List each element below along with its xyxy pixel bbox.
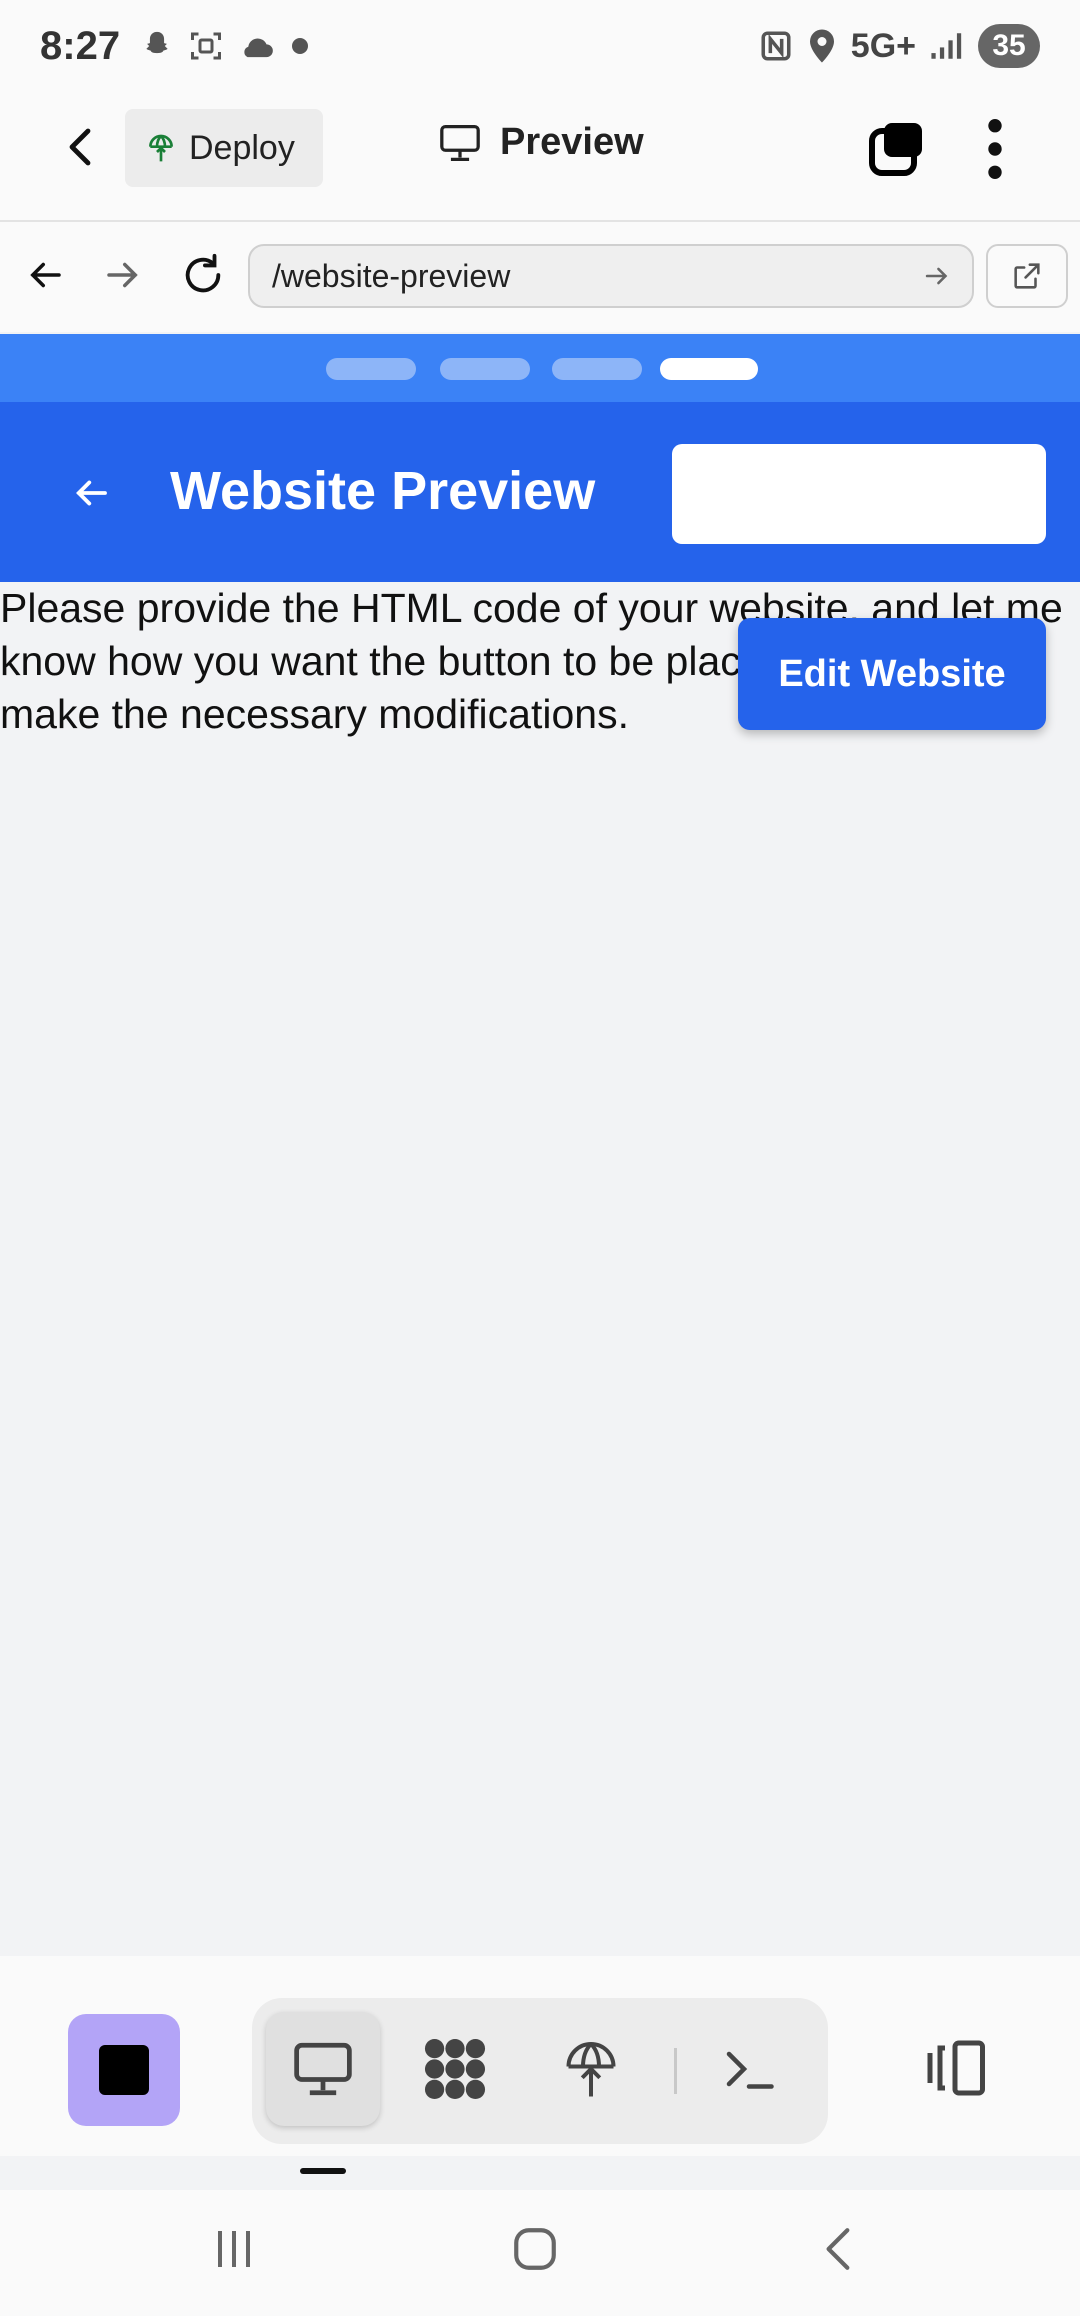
progress-step [326,358,416,380]
browser-back-button[interactable] [24,254,66,301]
cloud-icon [244,38,273,58]
site-title: Website Preview [170,461,596,521]
reload-icon [185,253,221,293]
progress-strip [0,334,1080,404]
stop-button[interactable] [68,2014,180,2126]
home-button[interactable] [510,2224,560,2279]
toolbar-divider [674,2048,677,2094]
preview-title: Preview [500,121,644,163]
chevron-left-icon [826,2228,850,2270]
tabs-button[interactable] [866,119,926,179]
browser-address-bar: /website-preview [0,222,1080,332]
dot-icon [292,38,308,54]
browser-forward-button[interactable] [102,254,144,301]
stop-icon [99,2045,149,2095]
edit-website-button[interactable]: Edit Website [738,618,1046,730]
battery-indicator: 35 [978,24,1040,68]
status-left-icons [140,26,310,66]
preview-tab[interactable]: Preview [438,121,644,164]
monitor-tool-button[interactable] [266,2012,380,2126]
status-time: 8:27 [40,24,121,68]
open-external-button[interactable] [986,244,1068,308]
deploy-tool-button[interactable] [534,2012,648,2126]
status-bar: 8:27 5G+ 35 [0,0,1080,95]
tabs-icon [869,123,922,176]
progress-step-active [660,358,758,380]
website-header: Website Preview [0,402,1080,582]
layout-toggle-button[interactable] [920,2036,990,2105]
arrow-left-icon [30,262,61,288]
deploy-label: Deploy [189,128,295,167]
tool-group [252,1998,828,2144]
screenshot-icon [191,32,221,60]
back-button[interactable] [58,123,106,171]
deploy-icon [149,134,173,162]
monitor-icon [294,2042,352,2096]
deploy-icon [566,2042,616,2097]
panel-layout-icon [927,2040,985,2096]
terminal-icon [726,2051,774,2089]
chevron-left-icon [69,128,91,166]
arrow-right-icon [107,262,138,288]
app-top-bar: Deploy Preview [0,95,1080,222]
external-link-icon [1014,263,1040,289]
more-vertical-icon [988,119,1002,179]
snapchat-icon [146,31,168,54]
url-text: /website-preview [272,257,511,294]
recent-apps-icon [218,2231,250,2267]
network-type: 5G+ [850,26,916,65]
system-nav-bar [0,2190,1080,2316]
progress-step [440,358,530,380]
home-icon [514,2228,556,2270]
arrow-left-icon [76,480,107,506]
site-back-button[interactable] [70,472,112,519]
active-tool-indicator [300,2168,346,2174]
recent-apps-button[interactable] [210,2226,258,2277]
system-back-button[interactable] [814,2224,864,2279]
header-white-box [672,444,1046,544]
more-options-button[interactable] [980,117,1010,181]
reload-button[interactable] [180,252,226,303]
terminal-tool-button[interactable] [692,2012,806,2126]
status-right-icons: 5G+ 35 [759,22,1040,70]
deploy-button[interactable]: Deploy [125,109,323,187]
go-arrow-icon[interactable] [920,259,954,293]
signal-icon [931,33,962,59]
bottom-toolbar [0,1956,1080,2156]
monitor-icon [440,124,480,161]
progress-step [552,358,642,380]
apps-tool-button[interactable] [398,2012,512,2126]
url-input[interactable]: /website-preview [248,244,974,308]
apps-icon [424,2038,486,2100]
nfc-icon [761,31,791,61]
location-icon [809,29,834,63]
